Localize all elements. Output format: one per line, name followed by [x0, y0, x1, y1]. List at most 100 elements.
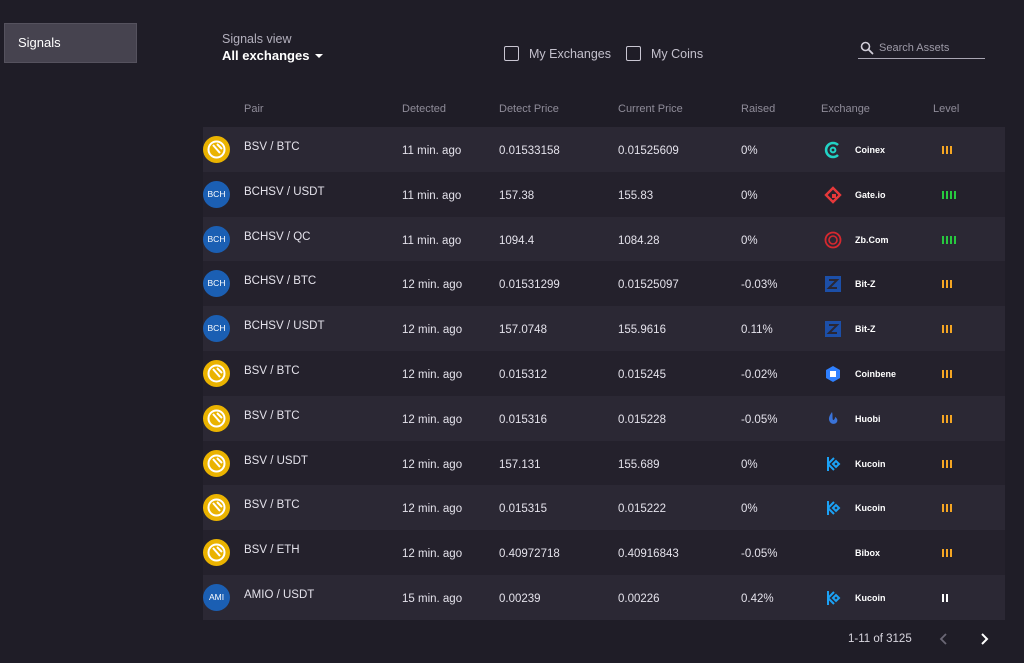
- detected-time: 12 min. ago: [402, 458, 463, 471]
- level-bar: [954, 235, 956, 244]
- raised-percent: -0.05%: [741, 413, 778, 426]
- chevron-left-icon[interactable]: [937, 630, 951, 648]
- chevron-right-icon[interactable]: [977, 630, 991, 648]
- table-row[interactable]: BCH BCHSV / QC 11 min. ago 1094.4 1084.28 0% Z…: [203, 216, 1005, 262]
- level-bar: [942, 459, 944, 468]
- column-header-detected[interactable]: Detected: [402, 103, 446, 115]
- level-bar: [950, 325, 952, 334]
- level-bar: [954, 190, 956, 199]
- bsv-coin-icon: [203, 136, 230, 163]
- bch-coin-icon: BCH: [203, 270, 230, 298]
- table-row[interactable]: BCH BCHSV / USDT 12 min. ago 157.0748 155.96…: [203, 306, 1005, 351]
- bsv-coin-icon: [203, 449, 230, 477]
- detect-price: 0.40972718: [499, 548, 560, 561]
- raised-percent: 0.42%: [741, 592, 774, 605]
- detected-time: 12 min. ago: [402, 548, 463, 561]
- level-bar: [950, 369, 952, 378]
- level-bar: [946, 190, 948, 199]
- detected-time: 11 min. ago: [402, 234, 462, 247]
- my-exchanges-checkbox[interactable]: [504, 46, 519, 61]
- raised-percent: 0.11%: [741, 324, 773, 337]
- my-coins-filter[interactable]: My Coins: [625, 46, 704, 61]
- raised-percent: -0.02%: [741, 368, 778, 381]
- pair[interactable]: BCHSV / USDT: [244, 320, 325, 332]
- current-price: 0.40916843: [618, 548, 679, 561]
- pair[interactable]: BSV / ETH: [244, 544, 300, 556]
- column-header-detect-price[interactable]: Detect Price: [499, 103, 559, 115]
- bitz-logo-icon: [824, 320, 842, 338]
- table-header: Pair Detected Detect Price Current Price…: [203, 100, 1005, 120]
- column-header-exchange[interactable]: Exchange: [821, 103, 870, 115]
- column-header-level[interactable]: Level: [933, 103, 959, 115]
- pair[interactable]: BSV / BTC: [244, 365, 300, 377]
- current-price: 0.015245: [618, 368, 666, 381]
- pair[interactable]: BSV / BTC: [244, 141, 300, 153]
- level-bar: [942, 369, 944, 378]
- exchange-name: Zb.Com: [855, 234, 889, 245]
- signals-table: BSV / BTC 11 min. ago 0.01533158 0.01525609…: [203, 127, 1005, 620]
- column-header-current-price[interactable]: Current Price: [618, 103, 683, 115]
- detected-time: 11 min. ago: [402, 145, 462, 157]
- column-header-raised[interactable]: Raised: [741, 103, 775, 115]
- detected-time: 12 min. ago: [402, 503, 463, 516]
- detect-price: 0.00239: [499, 592, 541, 605]
- detected-time: 12 min. ago: [402, 368, 463, 381]
- pair[interactable]: BCHSV / USDT: [244, 186, 325, 198]
- exchange-name: Coinbene: [855, 368, 897, 379]
- signal-level-indicator: [942, 369, 954, 378]
- table-row[interactable]: BCH BCHSV / BTC 12 min. ago 0.01531299 0.015…: [203, 261, 1005, 307]
- level-bar: [950, 190, 952, 199]
- level-bar: [946, 549, 948, 558]
- detect-price: 157.0748: [499, 324, 547, 337]
- table-row[interactable]: BCH BCHSV / USDT 11 min. ago 157.38 155.83 0%…: [203, 171, 1005, 217]
- signal-level-indicator: [942, 504, 954, 513]
- my-coins-checkbox[interactable]: [625, 46, 641, 61]
- current-price: 0.00226: [618, 592, 660, 605]
- level-bar: [950, 549, 952, 558]
- exchange-name: Kucoin: [855, 503, 886, 514]
- level-bar: [950, 280, 952, 289]
- column-header-pair[interactable]: Pair: [244, 103, 264, 115]
- caret-down-icon: [315, 54, 324, 58]
- sidebar: Signals: [0, 0, 140, 663]
- level-bar: [946, 280, 948, 289]
- level-bar: [950, 235, 952, 244]
- raised-percent: -0.05%: [741, 548, 778, 561]
- kucoin-logo-icon: [824, 455, 842, 473]
- pair[interactable]: BSV / BTC: [244, 499, 300, 511]
- signals-view-label: Signals view: [222, 32, 292, 46]
- pair[interactable]: BCHSV / BTC: [244, 275, 316, 287]
- sidebar-item-signals[interactable]: Signals: [4, 23, 137, 63]
- pair[interactable]: BCHSV / QC: [244, 231, 310, 243]
- pair[interactable]: AMIO / USDT: [244, 589, 314, 601]
- bsv-coin-icon: [203, 404, 230, 432]
- table-row[interactable]: BSV / BTC 12 min. ago 0.015316 0.015228 -0.0…: [203, 395, 1005, 441]
- detected-time: 15 min. ago: [402, 592, 463, 605]
- pair[interactable]: BSV / USDT: [244, 455, 308, 467]
- table-row[interactable]: BSV / BTC 11 min. ago 0.01533158 0.01525609…: [203, 127, 1005, 172]
- search-input[interactable]: [879, 42, 979, 54]
- table-row[interactable]: BSV / ETH 12 min. ago 0.40972718 0.40916843…: [203, 530, 1005, 575]
- current-price: 0.01525609: [618, 145, 679, 157]
- exchange-name: Coinex: [855, 145, 886, 155]
- gateio-logo-icon: [824, 186, 842, 204]
- level-bar: [946, 235, 948, 244]
- level-bar: [942, 280, 944, 289]
- table-row[interactable]: BSV / BTC 12 min. ago 0.015315 0.015222 0% Ku…: [203, 485, 1005, 531]
- exchanges-dropdown[interactable]: All exchanges: [222, 48, 324, 63]
- ami-coin-icon: AMI: [203, 583, 230, 611]
- detect-price: 157.38: [499, 189, 535, 202]
- pair[interactable]: BSV / BTC: [244, 410, 300, 422]
- signal-level-indicator: [942, 190, 958, 199]
- level-bar: [946, 504, 948, 513]
- detect-price: 1094.4: [499, 234, 535, 247]
- table-row[interactable]: AMI AMIO / USDT 15 min. ago 0.00239 0.00226 0…: [203, 574, 1005, 620]
- table-row[interactable]: BSV / BTC 12 min. ago 0.015312 0.015245 -0.0…: [203, 350, 1005, 396]
- my-coins-label: My Coins: [650, 46, 704, 61]
- current-price: 0.01525097: [618, 279, 679, 292]
- my-exchanges-filter[interactable]: My Exchanges: [504, 46, 611, 61]
- signals-view-selector: Signals view All exchanges: [222, 32, 324, 63]
- level-bar: [950, 459, 952, 468]
- signal-level-indicator: [942, 549, 954, 558]
- table-row[interactable]: BSV / USDT 12 min. ago 157.131 155.689 0% Kuc…: [203, 440, 1005, 486]
